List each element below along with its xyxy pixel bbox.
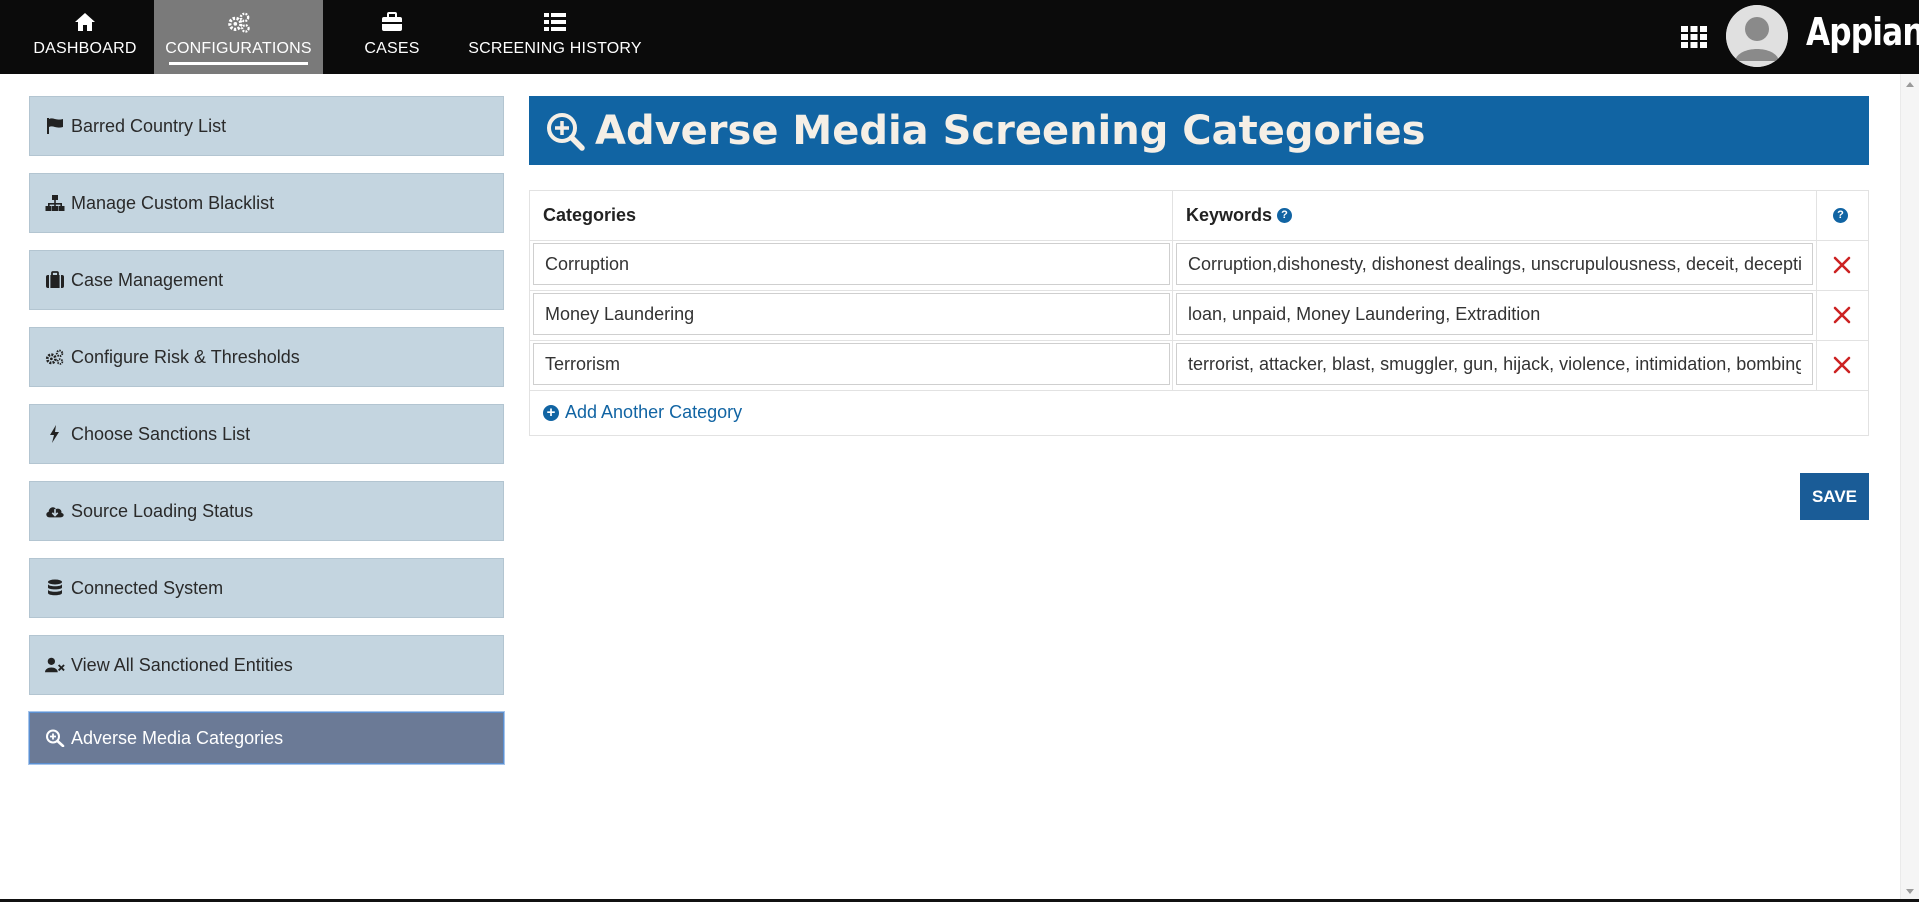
sidebar-item-label: Manage Custom Blacklist: [71, 192, 275, 213]
row-divider: [530, 340, 1868, 341]
sidebar-item-label: Configure Risk & Thresholds: [71, 346, 300, 367]
column-header-categories: Categories: [543, 205, 637, 225]
save-button[interactable]: SAVE: [1800, 473, 1869, 520]
add-category-label: Add Another Category: [565, 402, 743, 422]
tab-label: DASHBOARD: [33, 40, 137, 57]
page-title: Adverse Media Screening Categories: [595, 107, 1426, 154]
sidebar-item-label: Connected System: [71, 577, 224, 598]
cloud-download-icon: [46, 507, 64, 518]
add-another-category-link[interactable]: + Add Another Category: [543, 402, 742, 423]
scroll-down-arrow-icon[interactable]: [1906, 889, 1914, 894]
row-divider: [530, 290, 1868, 291]
column-divider: [1172, 191, 1173, 391]
actions-header: ?: [1833, 191, 1848, 240]
column-header-label: Keywords: [1186, 205, 1273, 225]
help-icon[interactable]: ?: [1833, 208, 1848, 223]
vertical-scrollbar[interactable]: [1900, 74, 1919, 902]
categories-table: Categories Keywords ? ? + Add Another Ca…: [529, 190, 1869, 436]
sidebar-item-label: Barred Country List: [71, 115, 227, 136]
sidebar-item-view-all-sanctioned-entities[interactable]: View All Sanctioned Entities: [29, 635, 504, 695]
header-divider: [530, 240, 1868, 241]
sidebar-item-label: Adverse Media Categories: [71, 727, 284, 748]
gears-icon: [227, 12, 250, 33]
top-navigation-bar: DASHBOARD CONFIGURATIONS CASES SCREENING…: [0, 0, 1919, 74]
brand-logo: Appian: [1806, 10, 1919, 54]
sidebar-item-case-management[interactable]: Case Management: [29, 250, 504, 310]
sidebar-item-barred-country-list[interactable]: Barred Country List: [29, 96, 504, 156]
tab-dashboard[interactable]: DASHBOARD: [20, 0, 150, 74]
sidebar-item-manage-custom-blacklist[interactable]: Manage Custom Blacklist: [29, 173, 504, 233]
flag-icon: [47, 118, 63, 134]
sidebar-item-configure-risk-thresholds[interactable]: Configure Risk & Thresholds: [29, 327, 504, 387]
search-plus-icon: [547, 112, 585, 151]
sidebar-item-source-loading-status[interactable]: Source Loading Status: [29, 481, 504, 541]
column-divider: [1816, 191, 1817, 391]
page-title-banner: Adverse Media Screening Categories: [529, 96, 1869, 165]
sidebar-item-label: View All Sanctioned Entities: [71, 654, 293, 675]
sidebar-item-label: Case Management: [71, 269, 224, 290]
help-icon[interactable]: ?: [1277, 208, 1293, 223]
gears-icon: [45, 349, 64, 365]
sidebar-item-label: Source Loading Status: [71, 500, 254, 521]
user-avatar-icon[interactable]: [1726, 5, 1788, 67]
briefcase-icon: [382, 12, 402, 31]
grid-icon[interactable]: [1680, 25, 1708, 49]
tab-screening-history[interactable]: SCREENING HISTORY: [460, 0, 650, 74]
sidebar-item-connected-system[interactable]: Connected System: [29, 558, 504, 618]
keywords-input[interactable]: [1176, 343, 1813, 385]
plus-circle-icon: +: [543, 404, 559, 421]
active-tab-underline: [169, 62, 308, 65]
tab-label: CONFIGURATIONS: [165, 40, 312, 57]
list-icon: [544, 13, 566, 31]
scroll-up-arrow-icon[interactable]: [1906, 82, 1914, 87]
row-divider: [530, 390, 1868, 391]
delete-row-icon[interactable]: [1831, 354, 1853, 376]
tab-label: SCREENING HISTORY: [468, 40, 642, 57]
user-times-icon: [45, 657, 65, 673]
delete-row-icon[interactable]: [1831, 304, 1853, 326]
sidebar-item-label: Choose Sanctions List: [71, 423, 251, 444]
database-icon: [48, 579, 62, 596]
sidebar-item-choose-sanctions-list[interactable]: Choose Sanctions List: [29, 404, 504, 464]
category-input[interactable]: [533, 293, 1170, 335]
column-header-keywords: Keywords ?: [1186, 191, 1293, 240]
briefcase-icon: [46, 271, 64, 288]
delete-row-icon[interactable]: [1831, 254, 1853, 276]
category-input[interactable]: [533, 243, 1170, 285]
sidebar-item-adverse-media-categories[interactable]: Adverse Media Categories: [29, 712, 504, 764]
home-icon: [75, 13, 95, 31]
keywords-input[interactable]: [1176, 243, 1813, 285]
tab-label: CASES: [364, 40, 420, 57]
sitemap-icon: [45, 195, 65, 211]
keywords-input[interactable]: [1176, 293, 1813, 335]
tab-configurations[interactable]: CONFIGURATIONS: [154, 0, 323, 74]
tab-cases[interactable]: CASES: [347, 0, 437, 74]
search-plus-icon: [46, 729, 65, 747]
category-input[interactable]: [533, 343, 1170, 385]
bolt-icon: [50, 425, 59, 443]
